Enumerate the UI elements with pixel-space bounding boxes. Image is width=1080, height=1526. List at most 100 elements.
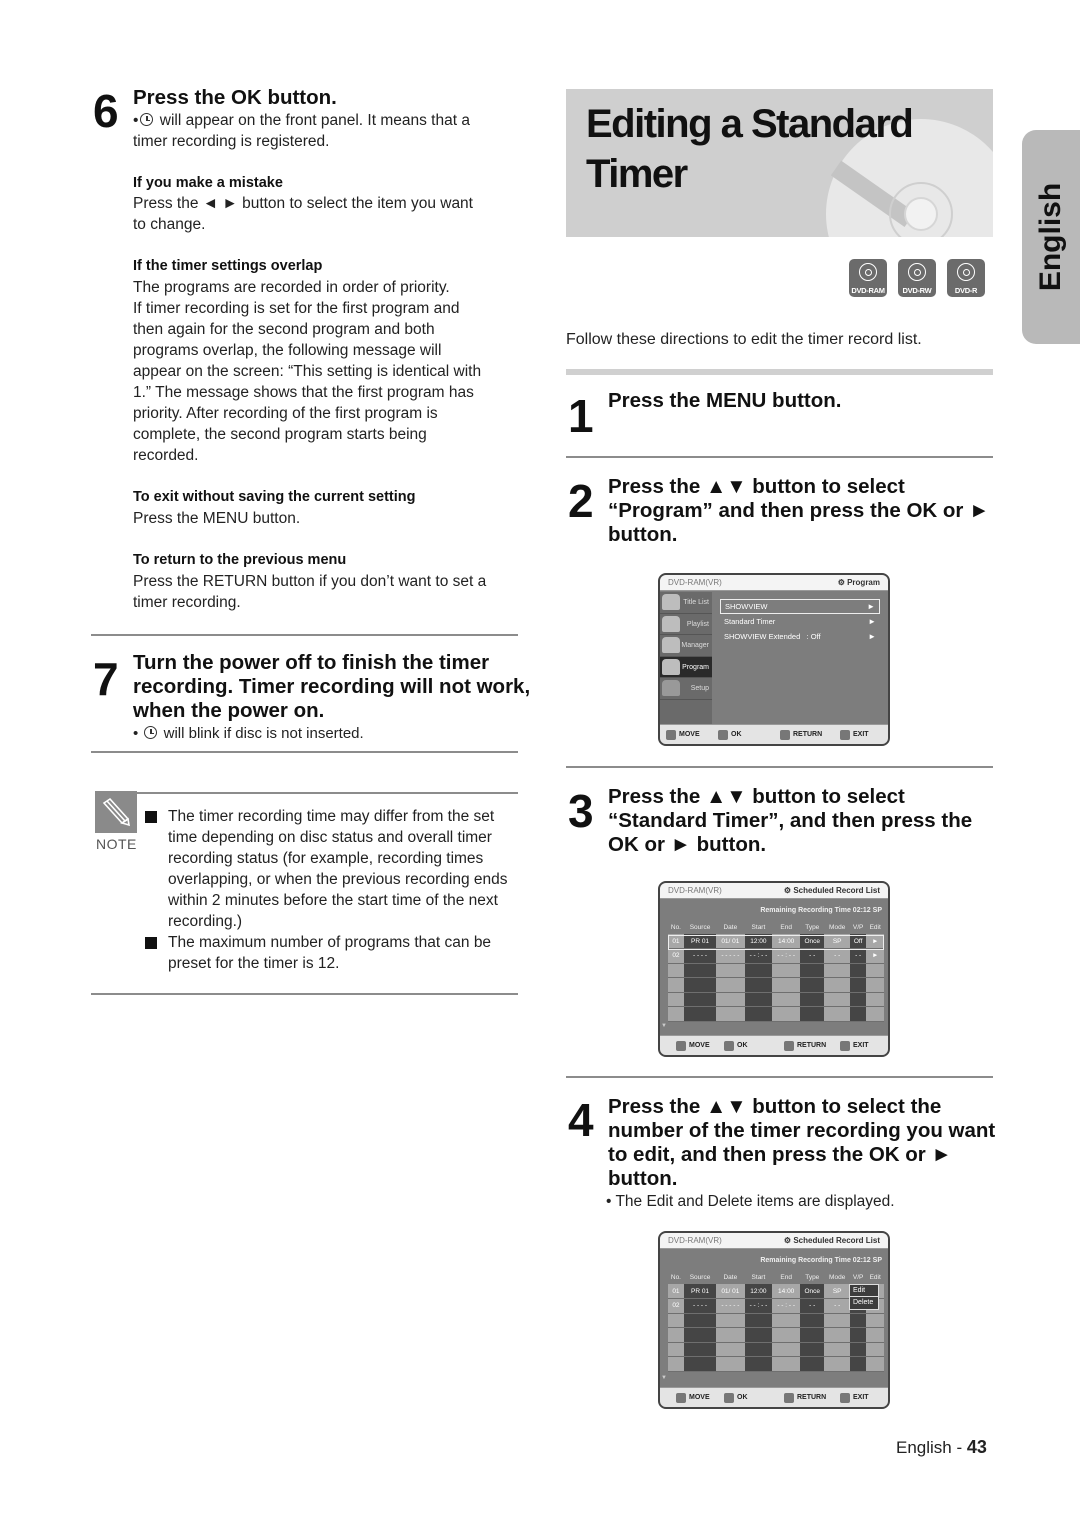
popup-edit-option[interactable]: Edit <box>850 1285 878 1297</box>
osd-program-menu: DVD-RAM(VR) ⚙ Program Title List Playlist… <box>658 573 890 746</box>
osd-table-row[interactable] <box>668 992 884 1007</box>
overlap-line: If timer recording is set for the first … <box>133 300 460 317</box>
osd-table-cell <box>824 963 850 978</box>
dvd-ram-badge-icon: DVD-RAM <box>849 259 887 297</box>
note-line: within 2 minutes before the start time o… <box>168 892 498 909</box>
overlap-line: programs overlap, the following message … <box>133 342 442 359</box>
step-7-title: Turn the power off to finish the timer r… <box>133 651 530 723</box>
osd-table-cell <box>824 1356 850 1372</box>
move-icon <box>666 729 676 740</box>
step-3-number: 3 <box>568 785 594 837</box>
osd-item-showview[interactable]: SHOWVIEW ► <box>720 599 880 614</box>
popup-delete-option[interactable]: Delete <box>850 1297 878 1309</box>
col-end: End <box>780 1274 792 1281</box>
note-line: recording status (for example, recording… <box>168 850 484 867</box>
osd-table-cell <box>716 963 745 978</box>
osd-table-cell <box>824 1006 850 1022</box>
osd-table-cell <box>716 1356 745 1372</box>
bullet: • <box>133 112 139 129</box>
osd-table-row[interactable] <box>668 1006 884 1022</box>
intro-text: Follow these directions to edit the time… <box>566 331 922 348</box>
osd-table-cell <box>683 1356 717 1372</box>
col-type: Type <box>805 924 820 931</box>
step-4-number: 4 <box>568 1094 594 1146</box>
osd-table-row[interactable] <box>668 1313 884 1328</box>
step-1-title: Press the MENU button. <box>608 389 842 412</box>
step-4-title-line: number of the timer recording you want <box>608 1119 996 1142</box>
note-top-rule <box>137 792 518 794</box>
overlap-line: appear on the screen: “This setting is i… <box>133 363 482 380</box>
col-start: Start <box>751 924 766 931</box>
ok-icon <box>724 1040 734 1051</box>
return-icon <box>784 1392 794 1403</box>
osd-table-row[interactable] <box>668 1327 884 1343</box>
overlap-line: then again for the second program and bo… <box>133 321 435 338</box>
scroll-down-icon[interactable]: ▼ <box>661 1023 667 1029</box>
osd-table-cell <box>849 963 867 978</box>
overlap-heading: If the timer settings overlap <box>133 258 323 274</box>
col-mode: Mode <box>829 924 846 931</box>
step-3-title: Press the ▲▼ button to select “Standard … <box>608 785 972 857</box>
note-line: The maximum number of programs that can … <box>168 934 492 951</box>
osd-side-item-playlist[interactable]: Playlist <box>660 614 712 635</box>
osd-item-standard-timer[interactable]: Standard Timer ► <box>720 614 880 629</box>
osd-table-cell: PR 01 <box>683 1284 717 1299</box>
osd-remaining-time: Remaining Recording Time 02:12 SP <box>760 907 882 914</box>
osd-item-showview-extended[interactable]: SHOWVIEW Extended : Off ► <box>720 629 880 644</box>
scroll-down-icon[interactable]: ▼ <box>661 1375 667 1381</box>
osd-table-cell: SP <box>824 1284 850 1299</box>
osd-table-row[interactable] <box>668 1356 884 1372</box>
osd-table-cell <box>668 1356 684 1372</box>
osd-table-cell <box>668 992 684 1007</box>
osd-side-item-setup[interactable]: Setup <box>660 678 712 700</box>
osd-side-item-program[interactable]: Program <box>660 656 712 678</box>
osd-table-row[interactable] <box>668 963 884 978</box>
mistake-line: to change. <box>133 216 206 233</box>
osd-table-cell <box>772 1313 801 1328</box>
osd-table-cell <box>683 963 717 978</box>
osd-table-row[interactable]: 02- - - -- - - - -- - : - -- - : - -- --… <box>668 948 884 964</box>
osd-table-cell: - - <box>824 948 850 964</box>
exit-icon <box>840 1392 850 1403</box>
osd-table-cell <box>668 1342 684 1357</box>
osd-table-cell: 01 <box>668 1284 684 1299</box>
step-3-title-line: OK or ► button. <box>608 833 767 856</box>
osd-disc-label: DVD-RAM(VR) <box>668 1236 722 1245</box>
divider <box>566 456 993 458</box>
page-title: Editing a Standard Timer <box>586 102 914 196</box>
osd-table-cell <box>772 1327 801 1343</box>
step-4-title-line: to edit, and then press the OK or ► <box>608 1143 952 1166</box>
osd-table-cell <box>800 1313 825 1328</box>
square-bullet-icon <box>145 811 157 823</box>
divider <box>91 634 518 636</box>
osd-side-item-manager[interactable]: Manager <box>660 635 712 657</box>
osd-table-cell <box>772 1342 801 1357</box>
osd-table-cell <box>824 992 850 1007</box>
osd-table-cell: 14:00 <box>772 1284 801 1299</box>
osd-ok-hint: OK <box>724 1392 748 1403</box>
mistake-text: Press the ◄ ► button to select the item … <box>133 193 473 235</box>
osd-table-cell <box>849 1342 867 1357</box>
osd-table-cell <box>683 1313 717 1328</box>
osd-table-cell: - - : - - <box>744 1298 773 1314</box>
dvd-r-badge-icon: DVD-R <box>947 259 985 297</box>
osd-table-row[interactable] <box>668 977 884 993</box>
osd-move-hint: MOVE <box>666 729 700 740</box>
osd-side-item-title-list[interactable]: Title List <box>660 592 712 614</box>
col-date: Date <box>723 1274 738 1281</box>
osd-program-items: SHOWVIEW ► Standard Timer ► SHOWVIEW Exten… <box>720 599 880 644</box>
osd-table-cell: Once <box>800 1284 825 1299</box>
osd-footer: MOVE OK RETURN EXIT <box>660 1387 888 1407</box>
osd-table-cell: - - - - <box>683 948 717 964</box>
osd-return-hint: RETURN <box>784 1040 826 1051</box>
osd-header: DVD-RAM(VR) ⚙ Scheduled Record List <box>660 1233 888 1249</box>
col-vp: V/P <box>852 1274 864 1281</box>
osd-table-row[interactable] <box>668 1342 884 1357</box>
osd-table-cell <box>716 1327 745 1343</box>
osd-table-header: No. Source Date Start End Type Mode V/P … <box>668 1271 884 1284</box>
step-7-title-line: recording. Timer recording will not work… <box>133 675 531 698</box>
osd-table-cell <box>866 977 884 993</box>
osd-disc-label: DVD-RAM(VR) <box>668 578 722 587</box>
exit-icon <box>840 1040 850 1051</box>
mistake-heading: If you make a mistake <box>133 175 283 191</box>
